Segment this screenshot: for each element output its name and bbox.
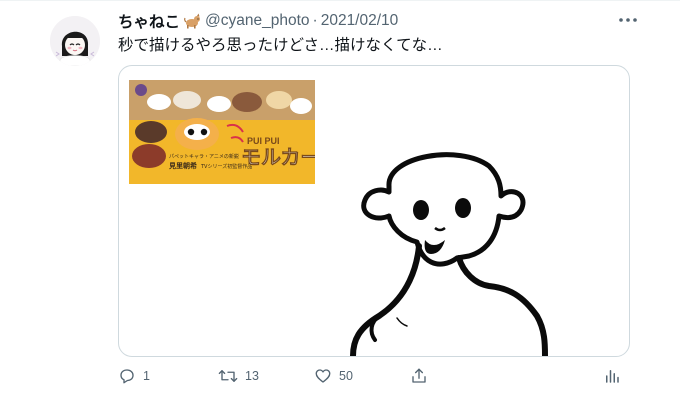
reply-count: 1 — [143, 369, 150, 383]
promo-caption-1: パペットキャラ・アニメの新鋭 — [169, 153, 239, 160]
promo-caption-2: 見里朝希 — [168, 161, 197, 170]
molcar-sketch-image[interactable] — [339, 146, 599, 356]
tweet-text: 秒で描けるやろ思ったけどさ…描けなくてな… — [118, 37, 443, 54]
heart-icon — [315, 369, 331, 383]
analytics-button[interactable] — [604, 362, 620, 390]
avatar-illustration — [50, 16, 100, 66]
tweet-header: ちゃねこ @cyane_photo · 2021/02/10 — [118, 10, 398, 32]
retweet-button[interactable]: 13 — [218, 362, 259, 390]
promo-caption-3: TVシリーズ初監督作品 — [200, 163, 252, 170]
more-dots-icon — [619, 18, 637, 22]
retweet-count: 13 — [245, 369, 259, 383]
more-options-button[interactable] — [614, 8, 642, 32]
tweet-date[interactable]: 2021/02/10 — [321, 12, 399, 30]
like-count: 50 — [339, 369, 353, 383]
display-name[interactable]: ちゃねこ — [118, 10, 180, 32]
molcar-promo-image[interactable]: PUI PUI モルカー パペットキャラ・アニメの新鋭 見里朝希 TVシリーズ初… — [129, 80, 315, 184]
reply-icon — [120, 369, 134, 384]
separator-dot: · — [312, 12, 318, 29]
dog-emoji-icon — [183, 13, 201, 29]
avatar[interactable] — [50, 16, 100, 66]
reply-button[interactable]: 1 — [118, 362, 150, 390]
share-icon — [412, 368, 426, 383]
like-button[interactable]: 50 — [314, 362, 353, 390]
analytics-icon — [606, 370, 619, 383]
tweet-actions: 1 13 50 — [110, 362, 630, 390]
media-card[interactable]: PUI PUI モルカー パペットキャラ・アニメの新鋭 見里朝希 TVシリーズ初… — [118, 65, 630, 357]
retweet-icon — [218, 370, 238, 382]
user-handle[interactable]: @cyane_photo — [205, 12, 310, 30]
share-button[interactable] — [410, 362, 428, 390]
top-divider — [0, 0, 680, 1]
